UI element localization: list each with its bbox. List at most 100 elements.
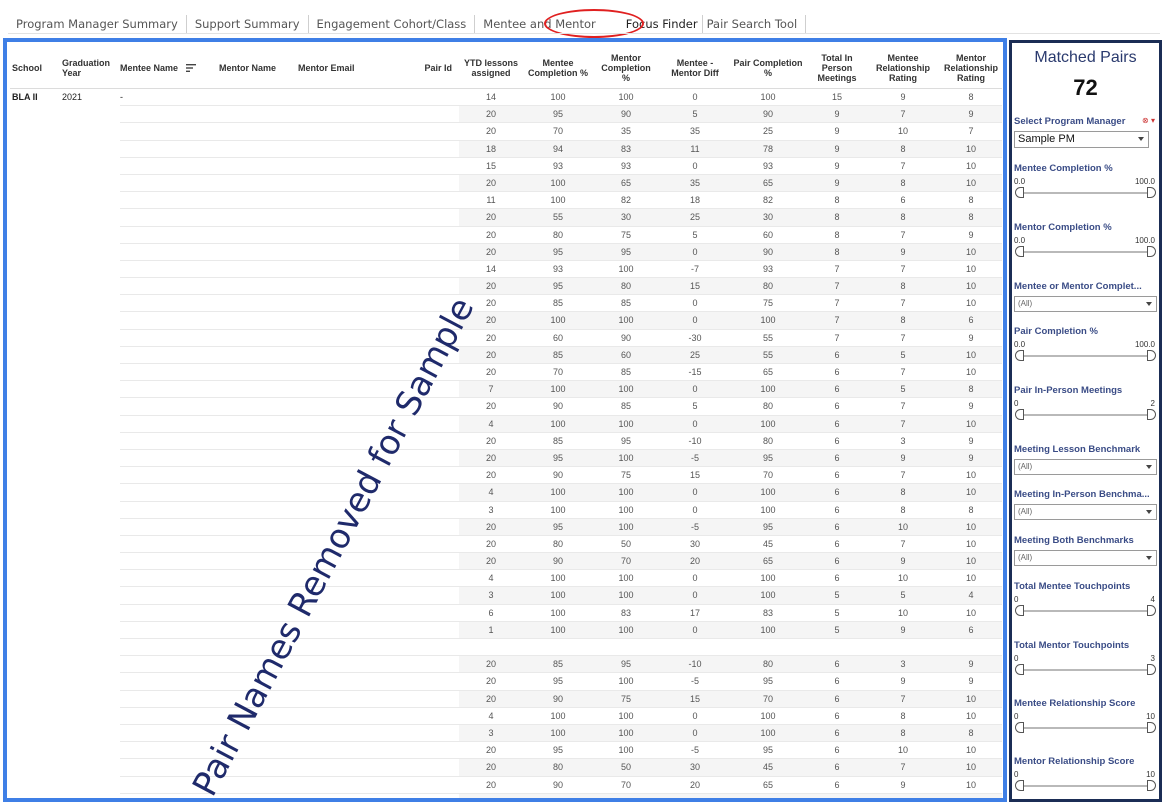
table-row[interactable]: 4 100 100 0 100 6 7 10 xyxy=(10,415,1002,433)
slider-min-handle[interactable] xyxy=(1015,409,1024,420)
slider-max-handle[interactable] xyxy=(1147,664,1156,675)
table-row[interactable]: 20 95 100 -5 95 6 10 10 xyxy=(10,518,1002,536)
table-row[interactable]: 20 95 100 -5 95 6 9 9 xyxy=(10,673,1002,691)
slider-min-handle[interactable] xyxy=(1015,722,1024,733)
col-header-school[interactable]: School xyxy=(12,47,62,89)
filter-select[interactable]: (All) xyxy=(1014,504,1157,520)
range-slider[interactable] xyxy=(1014,605,1157,617)
table-row[interactable]: 4 100 100 0 100 6 8 10 xyxy=(10,484,1002,502)
table-row[interactable]: 20 90 70 20 65 6 9 10 xyxy=(10,777,1002,794)
slider-min-handle[interactable] xyxy=(1015,664,1024,675)
table-row[interactable]: 20 95 80 15 80 7 8 10 xyxy=(10,278,1002,296)
slider-max-handle[interactable] xyxy=(1147,780,1156,791)
col-header-pair-id[interactable]: Pair Id xyxy=(408,47,458,89)
table-row[interactable]: 14 93 100 -7 93 7 7 10 xyxy=(10,261,1002,279)
table-row[interactable]: 20 100 65 35 65 9 8 10 xyxy=(10,174,1002,193)
table-row[interactable]: 20 80 50 30 45 6 7 10 xyxy=(10,759,1002,777)
table-row[interactable]: 18 94 83 11 78 9 8 10 xyxy=(10,140,1002,158)
table-row[interactable]: 20 55 30 25 30 8 8 8 xyxy=(10,209,1002,227)
pair-completion-cell: 93 xyxy=(762,160,773,171)
col-header-mentee-relationship[interactable]: Mentee Relationship Rating xyxy=(870,47,936,89)
range-slider[interactable] xyxy=(1014,664,1157,676)
table-row[interactable]: 3 100 100 0 100 6 8 8 xyxy=(10,502,1002,519)
table-row[interactable]: 4 100 100 0 100 6 8 10 xyxy=(10,708,1002,725)
clear-filter-icon[interactable]: ⊗ ▾ xyxy=(1142,116,1155,125)
table-row[interactable]: 3 100 100 0 100 5 5 4 xyxy=(10,587,1002,605)
table-row[interactable]: 20 80 75 5 60 8 7 9 xyxy=(10,227,1002,244)
range-slider[interactable] xyxy=(1014,187,1157,199)
col-header-mentee-completion[interactable]: Mentee Completion % xyxy=(527,47,589,89)
table-row[interactable] xyxy=(10,639,1002,657)
slider-min-handle[interactable] xyxy=(1015,780,1024,791)
tab-focus-finder[interactable]: Focus Finder xyxy=(618,15,703,33)
table-row[interactable]: 20 70 35 35 25 9 10 7 xyxy=(10,123,1002,141)
table-row[interactable]: 4 100 100 0 100 6 10 10 xyxy=(10,793,1002,798)
slider-max-handle[interactable] xyxy=(1147,187,1156,198)
range-slider[interactable] xyxy=(1014,780,1157,792)
program-manager-select[interactable]: Sample PM xyxy=(1014,131,1149,148)
table-row[interactable]: 20 85 95 -10 80 6 3 9 xyxy=(10,656,1002,674)
table-row[interactable]: 20 90 70 20 65 6 9 10 xyxy=(10,553,1002,571)
filter-select[interactable]: (All) xyxy=(1014,459,1157,475)
table-row[interactable]: 20 85 85 0 75 7 7 10 xyxy=(10,295,1002,313)
mentee-rating-cell: 10 xyxy=(897,607,908,618)
tab-pair-search-tool[interactable]: Pair Search Tool xyxy=(703,15,807,33)
range-slider[interactable] xyxy=(1014,722,1157,734)
filter-select[interactable]: (All) xyxy=(1014,550,1157,566)
table-row[interactable]: 20 90 75 15 70 6 7 10 xyxy=(10,467,1002,485)
table-row[interactable]: 20 90 85 5 80 6 7 9 xyxy=(10,398,1002,416)
table-row[interactable]: 20 95 90 5 90 9 7 9 xyxy=(10,106,1002,124)
range-slider[interactable] xyxy=(1014,409,1157,421)
filter-select[interactable]: (All) xyxy=(1014,296,1157,312)
col-header-mentor-relationship[interactable]: Mentor Relationship Rating xyxy=(940,47,1002,89)
col-header-mentee-name[interactable]: Mentee Name xyxy=(120,47,215,89)
col-header-ytd-lessons[interactable]: YTD lessons assigned xyxy=(460,47,522,89)
tab-program-manager-summary[interactable]: Program Manager Summary xyxy=(8,15,187,33)
tab-engagement-cohort-class[interactable]: Engagement Cohort/Class xyxy=(309,15,476,33)
col-header-pair-completion[interactable]: Pair Completion % xyxy=(733,47,803,89)
mentor-completion-cell: 100 xyxy=(618,504,634,515)
table-row[interactable]: 15 93 93 0 93 9 7 10 xyxy=(10,158,1002,175)
table-row[interactable]: 11 100 82 18 82 8 6 8 xyxy=(10,192,1002,210)
table-row[interactable]: 20 95 100 -5 95 6 9 9 xyxy=(10,449,1002,468)
slider-min-handle[interactable] xyxy=(1015,187,1024,198)
col-header-mentor-email[interactable]: Mentor Email xyxy=(298,47,408,89)
slider-max-handle[interactable] xyxy=(1147,605,1156,616)
slider-max-handle[interactable] xyxy=(1147,350,1156,361)
col-header-in-person-meetings[interactable]: Total In Person Meetings xyxy=(809,47,865,89)
meetings-cell: 6 xyxy=(834,349,840,360)
slider-max-handle[interactable] xyxy=(1147,246,1156,257)
sort-icon[interactable] xyxy=(186,64,197,72)
tab-mentee-and-mentor[interactable]: Mentee and Mentor xyxy=(475,15,603,33)
slider-max-handle[interactable] xyxy=(1147,722,1156,733)
table-row[interactable]: 1 100 100 0 100 5 9 6 xyxy=(10,621,1002,639)
tab-support-summary[interactable]: Support Summary xyxy=(187,15,309,33)
filter-label: Mentor Completion % xyxy=(1014,222,1112,233)
table-row[interactable]: 20 60 90 -30 55 7 7 9 xyxy=(10,330,1002,347)
mentor-rating-cell: 10 xyxy=(965,487,976,498)
table-row[interactable]: 20 95 100 -5 95 6 10 10 xyxy=(10,742,1002,760)
table-row[interactable]: 20 90 75 15 70 6 7 10 xyxy=(10,690,1002,708)
slider-min-handle[interactable] xyxy=(1015,350,1024,361)
table-row[interactable]: 20 70 85 -15 65 6 7 10 xyxy=(10,364,1002,382)
col-header-mentor-completion[interactable]: Mentor Completion % xyxy=(601,47,651,89)
range-slider[interactable] xyxy=(1014,246,1157,258)
slider-max-handle[interactable] xyxy=(1147,409,1156,420)
table-row[interactable]: 20 85 60 25 55 6 5 10 xyxy=(10,346,1002,364)
col-header-mentor-name[interactable]: Mentor Name xyxy=(219,47,294,89)
slider-min-handle[interactable] xyxy=(1015,605,1024,616)
table-row[interactable]: 7 100 100 0 100 6 5 8 xyxy=(10,381,1002,399)
table-row[interactable]: 20 95 95 0 90 8 9 10 xyxy=(10,243,1002,261)
table-row[interactable]: 6 100 83 17 83 5 10 10 xyxy=(10,605,1002,622)
range-slider[interactable] xyxy=(1014,350,1157,362)
table-row[interactable]: 20 85 95 -10 80 6 3 9 xyxy=(10,433,1002,450)
col-header-graduation-year[interactable]: Graduation Year xyxy=(62,47,118,89)
col-header-mentee-mentor-diff[interactable]: Mentee - Mentor Diff xyxy=(665,47,725,89)
table-row[interactable]: 4 100 100 0 100 6 10 10 xyxy=(10,570,1002,588)
table-row[interactable]: 20 100 100 0 100 7 8 6 xyxy=(10,312,1002,330)
table-row[interactable]: 3 100 100 0 100 6 8 8 xyxy=(10,724,1002,743)
ytd-lessons-cell: 6 xyxy=(488,607,494,618)
table-row[interactable]: BLA II 2021 - 14 100 100 0 100 15 9 8 xyxy=(10,89,1002,107)
slider-min-handle[interactable] xyxy=(1015,246,1024,257)
table-row[interactable]: 20 80 50 30 45 6 7 10 xyxy=(10,536,1002,554)
